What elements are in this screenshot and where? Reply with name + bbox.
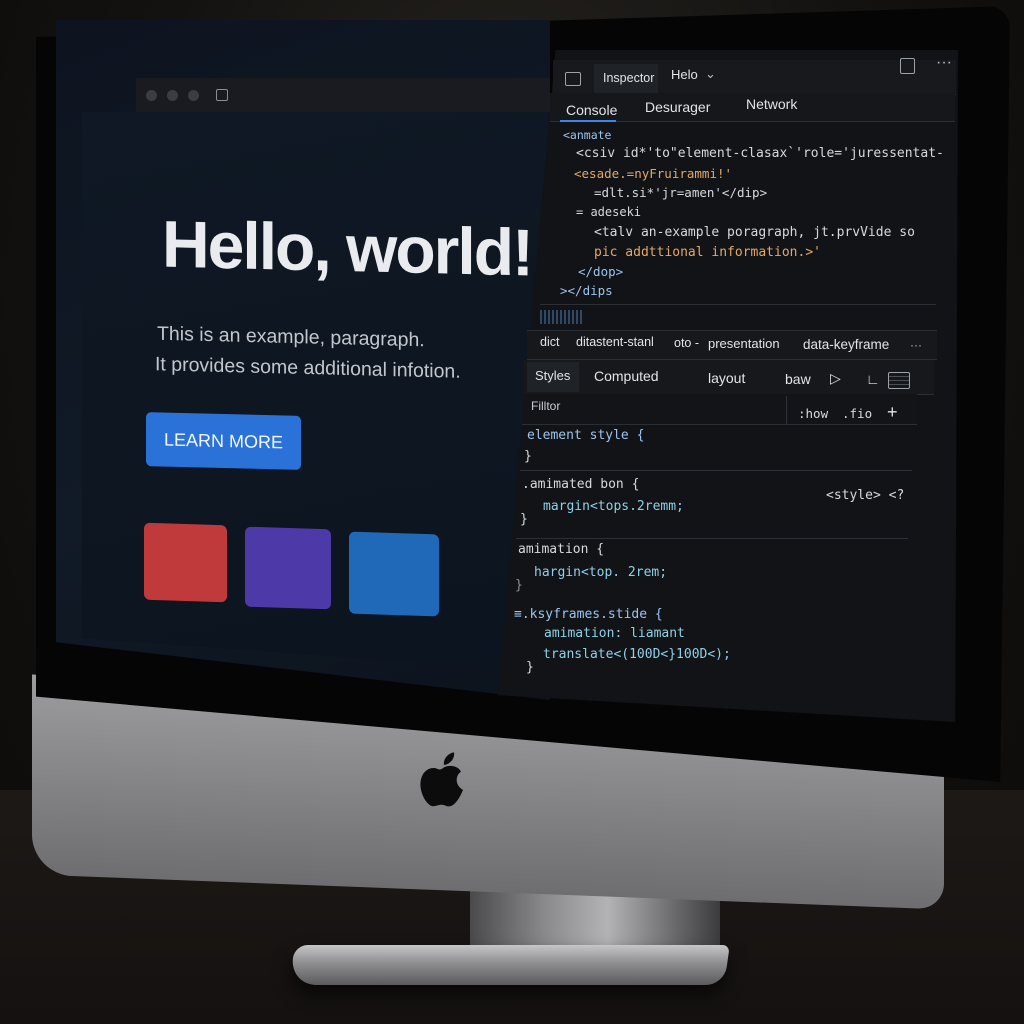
tab-debugger[interactable]: Desurager xyxy=(645,99,710,115)
rule2-close: } xyxy=(515,578,523,593)
rule-divider-2 xyxy=(516,538,908,539)
markup-line-7[interactable]: pic addttional information.>' xyxy=(594,245,821,260)
breadcrumb-item-3[interactable]: oto - xyxy=(674,336,699,350)
rule1-source-link[interactable]: <style> <? xyxy=(826,488,904,503)
tab-helo[interactable]: Helo xyxy=(671,67,698,82)
class-toggle[interactable]: .fio xyxy=(842,406,872,421)
window-zoom-button[interactable] xyxy=(188,90,199,101)
tab-network[interactable]: Network xyxy=(746,96,797,112)
markup-line-3[interactable]: <esade.=nyFruirammi!' xyxy=(574,166,732,181)
markup-divider xyxy=(540,304,936,305)
red-swatch xyxy=(144,522,227,603)
tab-console[interactable]: Console xyxy=(566,102,617,118)
breadcrumb-overflow-icon[interactable]: ··· xyxy=(910,338,922,352)
element-picker-icon[interactable] xyxy=(565,72,581,86)
learn-more-button[interactable]: LEARN MORE xyxy=(146,412,301,470)
tab-baw[interactable]: baw xyxy=(785,371,811,387)
browser-titlebar xyxy=(136,78,550,112)
rule1-close: } xyxy=(520,512,528,527)
add-rule-icon[interactable]: + xyxy=(887,402,898,423)
markup-line-8[interactable]: </dop> xyxy=(578,264,623,279)
chevron-down-icon[interactable]: ⌄ xyxy=(705,66,716,82)
markup-line-2[interactable]: <csiv id*'to"element-clasax`'role='jures… xyxy=(576,146,944,161)
filter-divider xyxy=(786,396,787,424)
breadcrumb-item-4[interactable]: presentation xyxy=(708,336,780,351)
tab-computed[interactable]: Computed xyxy=(594,368,659,384)
markup-line-9[interactable]: ></dips xyxy=(560,283,613,298)
rule3-declaration-2[interactable]: translate<(100D<}100D<); xyxy=(543,647,731,662)
scroll-grip[interactable] xyxy=(540,310,582,324)
markup-line-4[interactable]: =dlt.si*'jr=amen'</dip> xyxy=(594,185,767,200)
rule1-declaration[interactable]: margin<tops.2remm; xyxy=(543,499,684,514)
breadcrumb-item-5[interactable]: data-keyframe xyxy=(803,337,889,352)
layout-grid-icon[interactable] xyxy=(888,372,910,389)
monitor-stand-foot xyxy=(289,945,730,985)
rule2-selector[interactable]: amimation { xyxy=(518,542,604,557)
rule2-declaration[interactable]: hargin<top. 2rem; xyxy=(534,565,667,580)
breadcrumb-item-2[interactable]: ditastent-stanl xyxy=(576,335,654,349)
purple-swatch xyxy=(245,526,331,610)
markup-line-1[interactable]: <anmate xyxy=(563,128,611,142)
filter-input[interactable]: Filltor xyxy=(531,399,560,413)
tab-inspector-label: Inspector xyxy=(603,71,655,85)
rule-divider-1 xyxy=(520,470,912,471)
rule3-selector[interactable]: ≡.ksyframes.stide { xyxy=(514,607,663,622)
more-options-icon[interactable]: ··· xyxy=(936,54,952,72)
corner-icon[interactable]: ∟ xyxy=(866,371,880,387)
breadcrumb-item-1[interactable]: dict xyxy=(540,335,559,349)
tab-styles-label: Styles xyxy=(535,368,571,383)
blue-swatch xyxy=(349,531,439,617)
rule3-close: } xyxy=(526,660,534,675)
window-close-button[interactable] xyxy=(146,90,157,101)
tab-overview-icon[interactable] xyxy=(216,89,228,101)
dock-icon[interactable] xyxy=(900,58,915,74)
play-icon[interactable]: ▷ xyxy=(830,370,841,387)
page-heading: Hello, world! xyxy=(162,206,532,290)
hover-state-toggle[interactable]: :how xyxy=(798,406,828,421)
markup-line-6[interactable]: <talv an-example poragraph, jt.prvVide s… xyxy=(594,225,915,240)
rule1-selector[interactable]: .amimated bon { xyxy=(522,477,639,492)
tab-layout[interactable]: layout xyxy=(708,370,745,386)
element-style-close: } xyxy=(524,449,532,464)
rule3-declaration-1[interactable]: amimation: liamant xyxy=(544,626,685,641)
console-active-indicator xyxy=(560,120,616,122)
window-minimize-button[interactable] xyxy=(167,90,178,101)
apple-logo-icon xyxy=(418,749,468,813)
markup-line-5[interactable]: = adeseki xyxy=(576,205,641,219)
element-style-selector[interactable]: element style { xyxy=(527,428,644,443)
